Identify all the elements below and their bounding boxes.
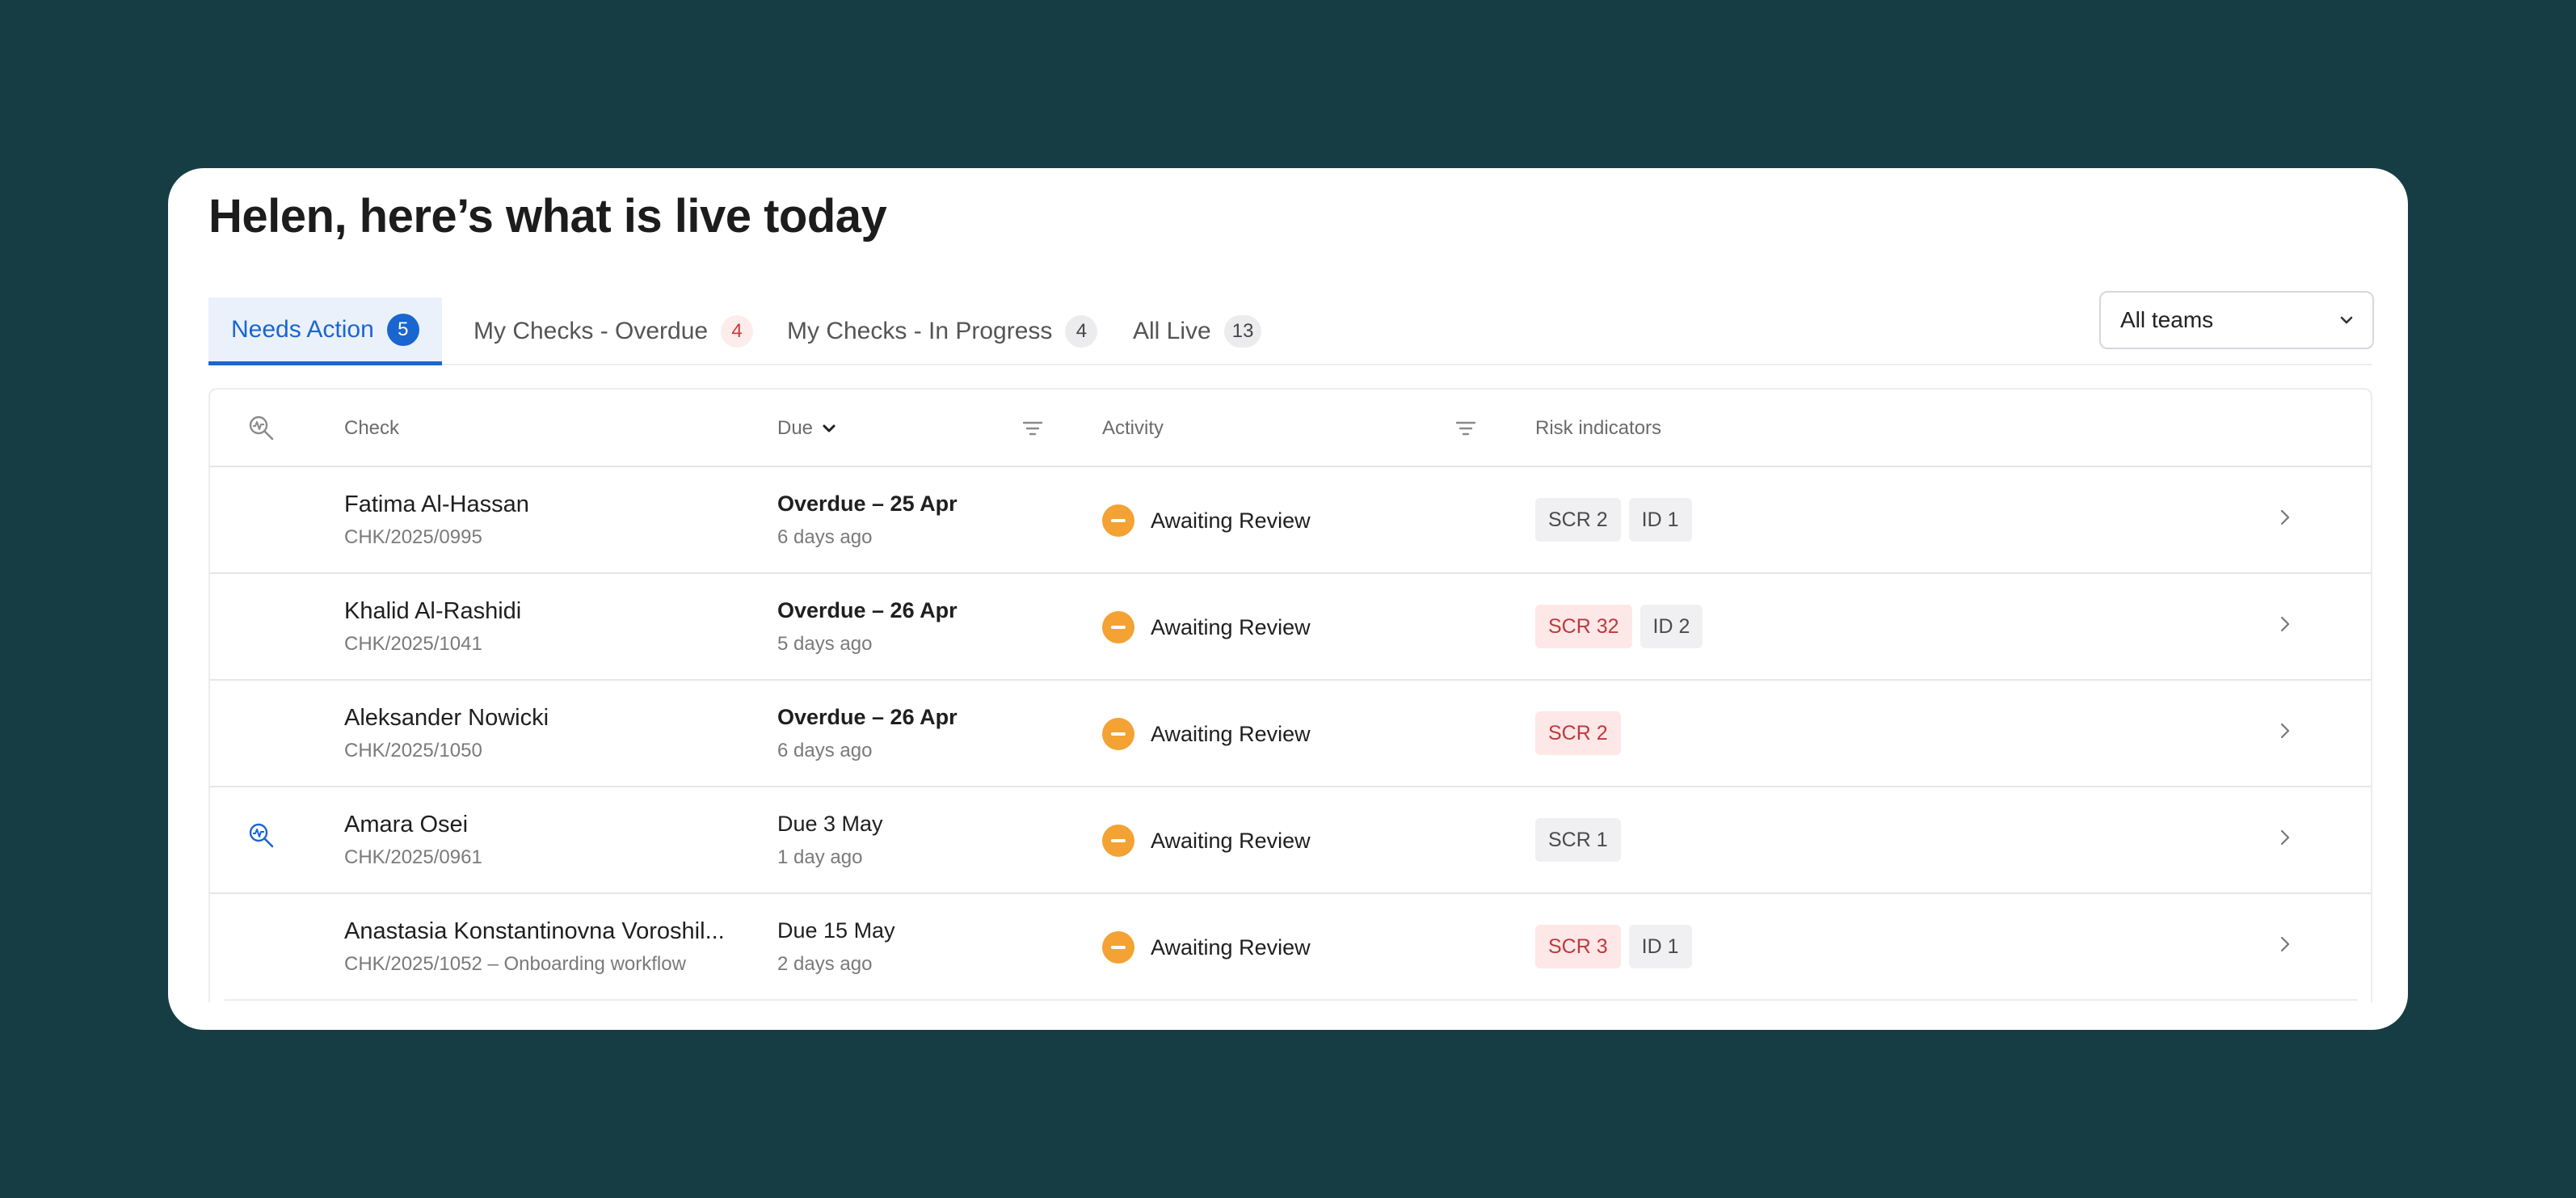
check-cell: Amara Osei CHK/2025/0961: [344, 812, 482, 869]
check-cell: Aleksander Nowicki CHK/2025/1050: [344, 705, 549, 762]
tab-bar: Needs Action 5 My Checks - Overdue 4 My …: [208, 291, 2372, 365]
chevron-right-icon[interactable]: [2275, 721, 2295, 740]
activity-cell: Awaiting Review: [1102, 718, 1311, 750]
live-checks-card: Helen, here’s what is live today Needs A…: [168, 168, 2408, 1030]
chevron-right-icon[interactable]: [2275, 828, 2295, 847]
due-date: Overdue – 26 Apr: [777, 598, 958, 622]
check-cell: Khalid Al-Rashidi CHK/2025/1041: [344, 598, 521, 656]
check-name: Fatima Al-Hassan: [344, 491, 529, 517]
activity-monitor-icon[interactable]: [247, 821, 276, 850]
column-header-activity: Activity: [1102, 417, 1164, 439]
tab-label: My Checks - Overdue: [474, 318, 709, 344]
check-name: Amara Osei: [344, 812, 469, 837]
activity-status: Awaiting Review: [1151, 614, 1311, 639]
due-cell: Due 3 May 1 day ago: [777, 812, 883, 869]
tab-count-badge: 13: [1223, 315, 1262, 348]
due-relative: 5 days ago: [777, 633, 873, 655]
column-header-check: Check: [344, 417, 400, 439]
column-header-due[interactable]: Due: [777, 390, 837, 467]
awaiting-status-icon: [1102, 504, 1134, 537]
tab-all-live[interactable]: All Live 13: [1133, 297, 1262, 365]
due-relative: 6 days ago: [777, 740, 873, 761]
column-header-due-label: Due: [777, 417, 814, 439]
risk-indicators: SCR 1: [1535, 818, 1629, 862]
due-date: Overdue – 25 Apr: [777, 491, 958, 516]
due-relative: 6 days ago: [777, 526, 873, 548]
table-header: Check Due Activity Risk indicators: [210, 390, 2371, 467]
risk-badge-id: ID 2: [1639, 605, 1703, 648]
column-header-risk: Risk indicators: [1535, 417, 1662, 439]
awaiting-status-icon: [1102, 611, 1134, 643]
check-reference: CHK/2025/0961: [344, 846, 482, 868]
activity-cell: Awaiting Review: [1102, 504, 1311, 537]
risk-indicators: SCR 2 ID 1: [1535, 498, 1700, 542]
due-cell: Overdue – 26 Apr 5 days ago: [777, 598, 958, 656]
awaiting-status-icon: [1102, 931, 1134, 964]
risk-indicators: SCR 32 ID 2: [1535, 605, 1711, 648]
tab-label: All Live: [1133, 318, 1211, 344]
due-cell: Overdue – 25 Apr 6 days ago: [777, 491, 958, 549]
chevron-right-icon[interactable]: [2275, 934, 2295, 954]
tab-count-badge: 5: [386, 313, 419, 346]
check-cell: Anastasia Konstantinovna Voroshil... CHK…: [344, 918, 725, 976]
risk-badge-scr: SCR 32: [1535, 605, 1632, 648]
due-date: Overdue – 26 Apr: [777, 705, 958, 729]
table-row[interactable]: Khalid Al-Rashidi CHK/2025/1041 Overdue …: [210, 574, 2371, 681]
tab-my-checks-in-progress[interactable]: My Checks - In Progress 4: [787, 297, 1098, 365]
check-cell: Fatima Al-Hassan CHK/2025/0995: [344, 491, 529, 549]
table-row[interactable]: Anastasia Konstantinovna Voroshil... CHK…: [210, 894, 2371, 1001]
due-cell: Due 15 May 2 days ago: [777, 918, 895, 976]
chevron-right-icon[interactable]: [2275, 614, 2295, 634]
check-name: Anastasia Konstantinovna Voroshil...: [344, 918, 725, 944]
chevron-down-icon: [2340, 316, 2353, 324]
activity-status: Awaiting Review: [1151, 508, 1311, 533]
chevron-right-icon[interactable]: [2275, 508, 2295, 527]
due-date: Due 3 May: [777, 812, 883, 836]
sort-desc-icon: [823, 424, 836, 432]
risk-badge-scr: SCR 2: [1535, 711, 1621, 755]
risk-badge-id: ID 1: [1628, 925, 1692, 968]
due-filter-icon[interactable]: [1021, 390, 1044, 467]
due-relative: 1 day ago: [777, 846, 863, 868]
team-filter-select[interactable]: All teams: [2099, 291, 2374, 349]
table-row[interactable]: Fatima Al-Hassan CHK/2025/0995 Overdue –…: [210, 467, 2371, 574]
due-relative: 2 days ago: [777, 953, 873, 975]
risk-badge-id: ID 1: [1628, 498, 1692, 542]
table-row[interactable]: Aleksander Nowicki CHK/2025/1050 Overdue…: [210, 681, 2371, 787]
tab-my-checks-overdue[interactable]: My Checks - Overdue 4: [474, 297, 754, 365]
checks-table: Check Due Activity Risk indicators Fatim…: [208, 388, 2372, 1002]
tab-needs-action[interactable]: Needs Action 5: [208, 297, 442, 365]
risk-indicators: SCR 2: [1535, 711, 1629, 755]
activity-cell: Awaiting Review: [1102, 931, 1311, 964]
activity-filter-icon[interactable]: [1454, 390, 1477, 467]
check-name: Khalid Al-Rashidi: [344, 598, 522, 624]
check-reference: CHK/2025/0995: [344, 526, 482, 548]
check-reference: CHK/2025/1041: [344, 633, 482, 655]
page-title: Helen, here’s what is live today: [208, 190, 887, 243]
divider: [225, 999, 2358, 1001]
tab-label: My Checks - In Progress: [787, 318, 1053, 344]
awaiting-status-icon: [1102, 718, 1134, 750]
check-reference: CHK/2025/1052 – Onboarding workflow: [344, 953, 686, 975]
activity-cell: Awaiting Review: [1102, 611, 1311, 643]
check-reference: CHK/2025/1050: [344, 740, 482, 761]
risk-badge-scr: SCR 1: [1535, 818, 1621, 862]
team-filter-value: All teams: [2120, 307, 2214, 332]
activity-status: Awaiting Review: [1151, 934, 1311, 960]
activity-search-icon[interactable]: [247, 390, 276, 467]
activity-status: Awaiting Review: [1151, 828, 1311, 853]
activity-cell: Awaiting Review: [1102, 825, 1311, 857]
risk-indicators: SCR 3 ID 1: [1535, 925, 1700, 968]
table-row[interactable]: Amara Osei CHK/2025/0961 Due 3 May 1 day…: [210, 787, 2371, 894]
risk-badge-scr: SCR 3: [1535, 925, 1621, 968]
awaiting-status-icon: [1102, 825, 1134, 857]
tab-count-badge: 4: [721, 315, 754, 348]
tab-label: Needs Action: [231, 315, 374, 343]
tab-count-badge: 4: [1065, 315, 1098, 348]
risk-badge-scr: SCR 2: [1535, 498, 1621, 542]
due-cell: Overdue – 26 Apr 6 days ago: [777, 705, 958, 762]
due-date: Due 15 May: [777, 918, 895, 943]
check-name: Aleksander Nowicki: [344, 705, 549, 731]
activity-status: Awaiting Review: [1151, 721, 1311, 746]
